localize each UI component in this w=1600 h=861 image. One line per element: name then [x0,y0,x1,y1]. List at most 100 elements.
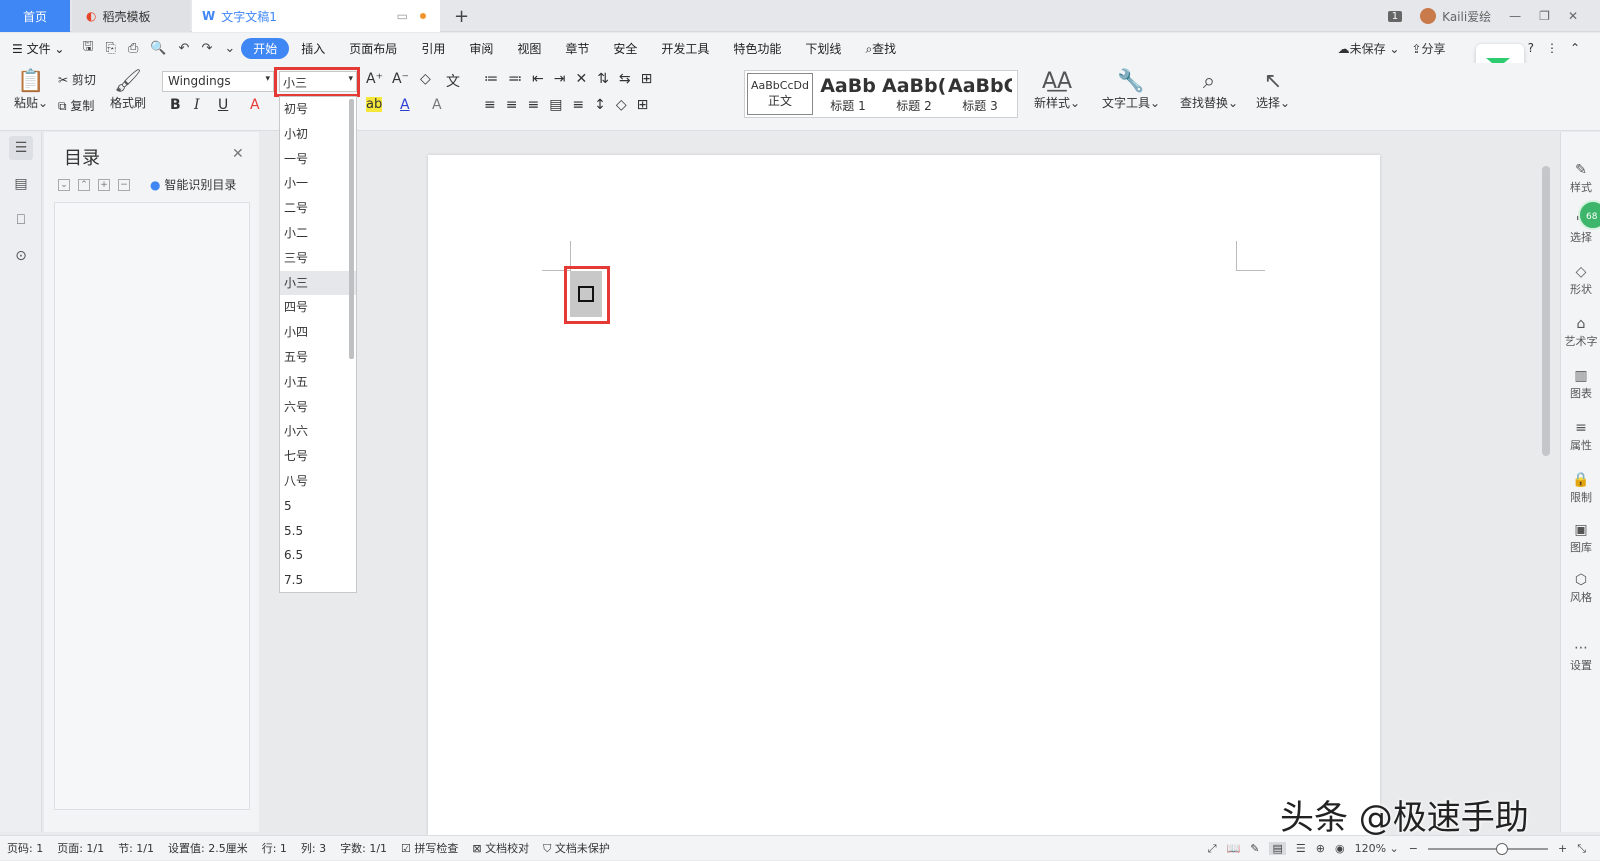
outline-view-icon[interactable]: ☰ [1296,842,1306,855]
export-icon[interactable]: ⎘ [100,41,122,56]
close-window-icon[interactable]: ✕ [1568,9,1578,23]
undo-icon[interactable]: ↶ [173,41,196,56]
font-color-icon[interactable]: A [400,97,410,113]
panel-item-styles[interactable]: ✎ 样式 [1561,162,1600,195]
font-size-option[interactable]: 三号 [280,246,356,271]
print-icon[interactable]: ⎙ [122,41,144,56]
status-section[interactable]: 节: 1/1 [111,840,161,856]
menu-tab-security[interactable]: 安全 [601,40,649,57]
status-setting[interactable]: 设置值: 2.5厘米 [161,840,255,856]
select-button[interactable]: ↖ 选择⌄ [1256,69,1290,111]
zoom-out-icon[interactable]: − [1409,842,1418,855]
menu-tab-chapter[interactable]: 章节 [553,40,601,57]
paste-button[interactable]: 📋 粘贴⌄ [14,69,48,111]
font-size-option[interactable]: 初号 [280,97,356,122]
tab-home[interactable]: 首页 [0,0,70,32]
remove-icon[interactable]: − [118,178,130,191]
edit-icon[interactable]: ? [1528,41,1534,55]
vertical-scrollbar[interactable] [1540,142,1552,782]
spell-check[interactable]: ☑ 拼写检查 [394,840,465,856]
panel-item-gallery[interactable]: ▣ 图库 [1561,522,1600,555]
pages-icon[interactable]: ▤ [9,172,33,196]
font-size-option[interactable]: 小四 [280,320,356,345]
style-normal[interactable]: AaBbCcDd 正文 [747,73,813,115]
status-pages[interactable]: 页面: 1/1 [50,840,111,856]
font-size-option[interactable]: 五号 [280,345,356,370]
find-icon[interactable]: ⊙ [9,244,33,268]
font-size-option[interactable]: 6.5 [280,543,356,568]
customize-icon[interactable]: ⌄ [218,41,241,56]
edit-mode-icon[interactable]: ✎ [1250,842,1259,855]
menu-tab-underline[interactable]: 下划线 [793,40,853,57]
document-page[interactable] [428,155,1380,835]
paragraph-tools-row1[interactable]: ≔≕⇤⇥✕⇅⇆⊞ [484,71,662,87]
menu-tab-insert[interactable]: 插入 [289,40,337,57]
shrink-font-icon[interactable]: A⁻ [392,71,409,87]
menu-tab-view[interactable]: 视图 [505,40,553,57]
copy-button[interactable]: ⧉ 复制 [58,97,94,114]
doc-proof[interactable]: ⊠ 文档校对 [465,840,536,856]
format-painter-button[interactable]: 🖌 格式刷 [110,69,146,111]
style-heading-3[interactable]: AaBbC(标题 3 [947,71,1013,117]
font-size-option[interactable]: 二号 [280,196,356,221]
minimize-icon[interactable]: — [1509,9,1521,23]
font-size-option[interactable]: 小初 [280,122,356,147]
paragraph-tools-row2[interactable]: ≡≡≡▤≡↕◇⊞ [484,97,658,113]
page-view-icon[interactable]: ▤ [1269,842,1286,855]
style-heading-2[interactable]: AaBb(标题 2 [881,71,947,117]
italic-icon[interactable]: I [194,97,200,113]
file-menu[interactable]: ☰ 文件 ⌄ [0,40,76,57]
panel-item-theme[interactable]: ⬡ 风格 [1561,572,1600,605]
font-size-option[interactable]: 六号 [280,395,356,420]
menu-tab-review[interactable]: 审阅 [457,40,505,57]
zoom-knob[interactable] [1495,842,1508,855]
menu-tab-references[interactable]: 引用 [409,40,457,57]
underline-icon[interactable]: U [218,97,228,113]
font-size-option[interactable]: 一号 [280,147,356,172]
font-size-option[interactable]: 小六 [280,419,356,444]
char-shading-icon[interactable]: A [432,97,442,113]
grow-font-icon[interactable]: A⁺ [366,71,383,87]
style-heading-1[interactable]: AaBb 标题 1 [815,71,881,117]
panel-item-shapes[interactable]: ◇ 形状 [1561,264,1600,297]
highlight-color-icon[interactable]: ab [366,97,383,112]
bookmark-icon[interactable]: ⎕ [9,208,33,232]
font-size-option[interactable]: 5.5 [280,519,356,544]
zoom-in-icon[interactable]: + [1558,842,1567,855]
new-tab-button[interactable]: + [454,6,469,27]
dropdown-scrollbar[interactable] [349,99,354,359]
monitor-icon[interactable]: ▭ [397,9,408,23]
status-page[interactable]: 页码: 1 [0,840,50,856]
assistant-badge[interactable]: 68 [1578,200,1600,230]
find-replace-button[interactable]: ⌕ 查找替换⌄ [1180,69,1238,111]
expand-icon[interactable]: ⌄ [58,178,70,191]
share-button[interactable]: ⇪分享 [1411,40,1445,57]
font-size-option[interactable]: 7.5 [280,568,356,592]
clear-format-icon[interactable]: ◇ [420,71,431,87]
tab-template[interactable]: ◐ 稻壳模板 [72,0,190,32]
panel-item-restrict[interactable]: 🔒 限制 [1561,472,1600,505]
panel-item-wordart[interactable]: ⌂ 艺术字 [1561,316,1600,349]
strikethrough-icon[interactable]: A [250,97,260,113]
scrollbar-thumb[interactable] [1542,166,1550,456]
font-size-option[interactable]: 小五 [280,370,356,395]
panel-item-properties[interactable]: ≡ 属性 [1561,420,1600,453]
font-size-option[interactable]: 七号 [280,444,356,469]
more-icon[interactable]: ⋮ [1546,41,1558,55]
web-view-icon[interactable]: ⊕ [1316,842,1325,855]
bold-icon[interactable]: B [170,97,181,113]
new-style-button[interactable]: A͟A 新样式⌄ [1034,69,1080,111]
menu-tab-layout[interactable]: 页面布局 [337,40,409,57]
read-mode-icon[interactable]: 📖 [1227,842,1241,855]
print-preview-icon[interactable]: 🔍 [144,41,172,56]
user-account[interactable]: Kaili爱绘 [1420,8,1491,25]
panel-item-chart[interactable]: ▥ 图表 [1561,368,1600,401]
status-col[interactable]: 列: 3 [294,840,333,856]
restore-icon[interactable]: ❐ [1539,9,1550,23]
zoom-level[interactable]: 120% ⌄ [1355,842,1399,855]
save-icon[interactable]: 🖫 [76,37,99,59]
doc-protect[interactable]: ⛉ 文档未保护 [536,840,617,856]
page-count-badge[interactable]: 1 [1387,10,1403,22]
font-size-option[interactable]: 小一 [280,171,356,196]
menu-tab-developer[interactable]: 开发工具 [649,40,721,57]
